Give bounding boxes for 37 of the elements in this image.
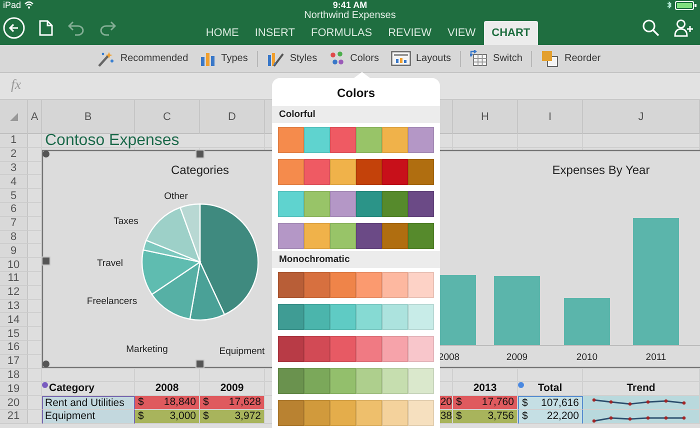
axis-label: 2009 <box>506 352 528 363</box>
document-title: Northwind Expenses <box>304 10 396 21</box>
table-cell: 20 <box>440 396 453 410</box>
pie-label: Marketing <box>126 344 168 355</box>
column-heading: Trend <box>626 382 656 394</box>
axis-label: 2010 <box>576 352 598 363</box>
column-heading: Category <box>49 382 95 394</box>
column-heading: 2009 <box>220 382 244 394</box>
pie-label: Taxes <box>114 216 138 227</box>
table-cell: Rent and Utilities <box>42 396 135 410</box>
table-cell: $ 3,972 <box>200 410 265 424</box>
table-cell: 38 <box>440 410 453 424</box>
pie-label: Other <box>164 191 188 202</box>
section-heading: Monochromatic <box>279 254 350 265</box>
table-cell: $ 3,756 <box>453 410 518 424</box>
axis-label: 2011 <box>646 352 666 363</box>
table-cell: $ 107,616 <box>518 396 583 410</box>
chart-title: Expenses By Year <box>552 163 650 177</box>
table-cell: $ 22,200 <box>518 410 583 424</box>
sheet-title: Contoso Expenses <box>44 132 180 149</box>
table-cell: $ 17,760 <box>453 396 518 410</box>
section-heading: Colorful <box>279 109 316 120</box>
chart-title: Categories <box>170 163 230 177</box>
pie-label: Travel <box>96 258 124 269</box>
carrier-label: iPad <box>3 0 22 10</box>
table-cell: $ 3,000 <box>135 410 200 424</box>
popover-title: Colors <box>336 85 376 102</box>
formula-label: fx <box>11 78 22 94</box>
table-cell: $ 17,628 <box>200 396 265 410</box>
column-heading: 2008 <box>155 382 179 394</box>
table-cell: $ 18,840 <box>135 396 200 410</box>
column-heading: Total <box>538 382 562 394</box>
column-heading: 2013 <box>473 382 497 394</box>
status-time: 9:41 AM <box>332 0 368 10</box>
table-cell: Equipment <box>42 410 135 424</box>
pie-label: Freelancers <box>86 296 138 307</box>
pie-label: Equipment <box>219 346 265 357</box>
